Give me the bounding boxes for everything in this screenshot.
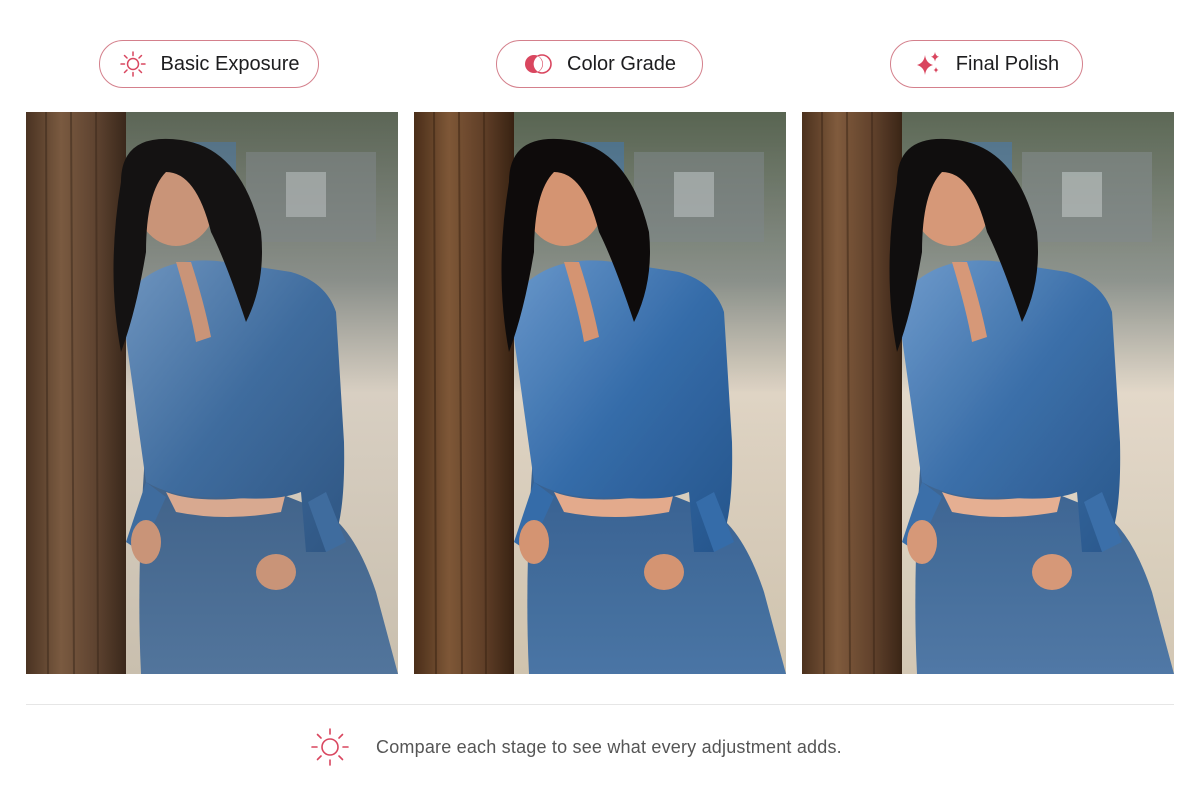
divider bbox=[26, 704, 1174, 705]
comparison-page: Basic Exposure Color Grade Final Polish bbox=[0, 0, 1200, 800]
stage-label: Basic Exposure bbox=[160, 52, 300, 75]
photo-final-polish bbox=[802, 112, 1174, 674]
stage-label: Final Polish bbox=[955, 52, 1060, 75]
color-circles-icon bbox=[523, 52, 553, 76]
stage-label: Color Grade bbox=[567, 52, 676, 75]
stage-button-basic-exposure[interactable]: Basic Exposure bbox=[99, 40, 319, 88]
stage-button-color-grade[interactable]: Color Grade bbox=[496, 40, 703, 88]
sun-icon bbox=[310, 727, 350, 767]
photo-color-grade bbox=[414, 112, 786, 674]
stage-button-final-polish[interactable]: Final Polish bbox=[890, 40, 1083, 88]
sun-icon bbox=[119, 50, 147, 78]
photo-basic-exposure bbox=[26, 112, 398, 674]
sparkle-icon bbox=[914, 50, 942, 78]
footer-text: Compare each stage to see what every adj… bbox=[376, 736, 842, 757]
footer-tip: Compare each stage to see what every adj… bbox=[310, 726, 842, 768]
